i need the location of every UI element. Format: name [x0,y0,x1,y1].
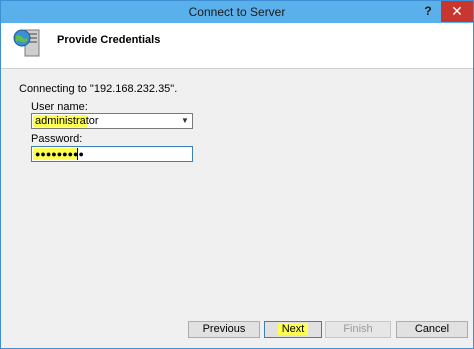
password-value: ●●●●●●●●● [33,148,84,160]
username-value: administrator [33,115,99,127]
help-button[interactable]: ? [417,1,439,22]
connecting-text: Connecting to "192.168.232.35". [19,83,178,95]
text-caret [77,148,78,160]
server-globe-icon [13,29,40,57]
chevron-down-icon[interactable]: ▼ [180,115,190,127]
close-button[interactable]: ✕ [441,1,473,22]
previous-button[interactable]: Previous [188,321,260,338]
next-button[interactable]: Next [264,321,322,338]
cancel-button[interactable]: Cancel [396,321,468,338]
next-button-label: Next [277,323,309,335]
button-bar: Previous Next Finish Cancel [1,310,473,348]
password-field[interactable]: ●●●●●●●●● [31,146,193,162]
page-heading: Provide Credentials [57,34,161,46]
username-label: User name: [31,101,88,113]
finish-button[interactable]: Finish [325,321,391,338]
dialog-header: Provide Credentials [1,23,473,69]
title-bar[interactable]: Connect to Server ? ✕ [1,1,473,23]
password-label: Password: [31,133,83,145]
username-combobox[interactable]: administrator ▼ [31,113,193,129]
window-title: Connect to Server [188,5,286,19]
connect-dialog: Connect to Server ? ✕ Provide Credential… [0,0,474,349]
